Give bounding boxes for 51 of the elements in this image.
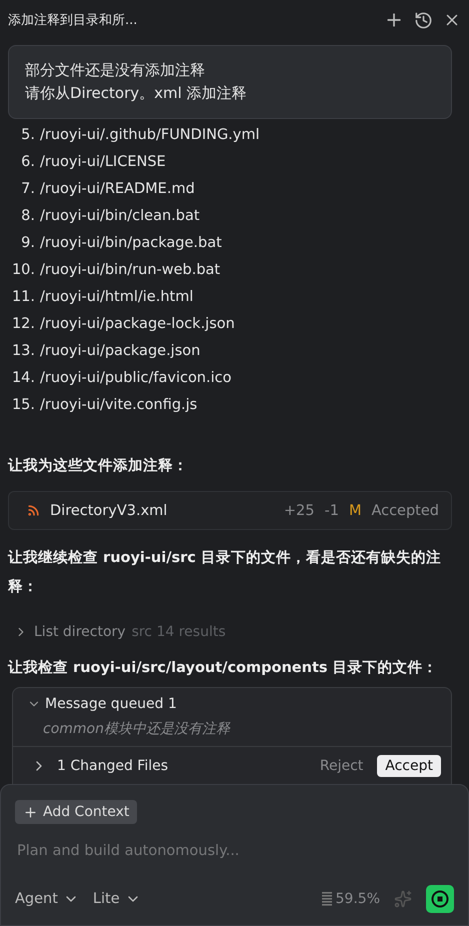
file-path: /ruoyi-ui/html/ie.html [40,288,194,304]
prompt-field[interactable]: Plan and build autonomously... [15,842,454,860]
changed-files-toggle[interactable]: 1 Changed Files [31,758,306,774]
message-text: 部分文件还是没有添加注释 [25,60,206,81]
list-number: 11. [10,288,36,304]
plus-icon [23,804,38,820]
list-number: 8. [20,208,36,224]
file-path: /ruoyi-ui/bin/run-web.bat [40,262,220,278]
file-path: /ruoyi-ui/package.json [40,342,200,358]
file-path: /ruoyi-ui/.github/FUNDING.yml [40,126,260,142]
list-number: 10. [10,262,36,278]
list-number: 15. [10,396,36,412]
assistant-text: 让我检查 ruoyi-ui/src/layout/components 目录下的文件： [6,658,439,678]
file-path: /ruoyi-ui/public/favicon.ico [40,370,232,386]
change-status: Accepted [371,502,439,518]
reject-button[interactable]: Reject [314,756,370,774]
list-directory-toggle[interactable]: List directory src 14 results [14,624,469,640]
file-path: /ruoyi-ui/LICENSE [40,154,166,170]
list-number: 14. [10,370,36,386]
context-usage: 59.5% [336,891,380,907]
history-icon[interactable] [414,10,433,30]
accept-button[interactable]: Accept [377,754,441,776]
list-number: 9. [20,234,36,250]
queue-toggle[interactable]: Message queued 1 [13,688,191,712]
file-name: DirectoryV3.xml [50,502,168,518]
list-number: 5. [20,126,36,142]
file-path: /ruoyi-ui/bin/package.bat [40,234,222,250]
file-path: /ruoyi-ui/README.md [40,180,195,196]
stop-icon [431,890,449,908]
feed-icon [27,504,40,517]
assistant-text: 让我继续检查 ruoyi-ui/src 目录下的文件，看是否还有缺失的注释： [6,548,442,597]
removed-lines: -1 [324,502,339,518]
assistant-text: 让我为这些文件添加注释： [6,456,189,476]
stop-button[interactable] [426,885,454,913]
list-number: 12. [10,316,36,332]
model-dropdown[interactable]: Lite [92,891,141,907]
file-path: /ruoyi-ui/package-lock.json [40,316,235,332]
list-number: 6. [20,154,36,170]
queued-message: common模块中还是没有注释 [42,720,232,739]
file-change-card[interactable]: DirectoryV3.xml +25 -1 M Accepted [8,491,452,530]
added-lines: +25 [284,502,314,518]
file-path: /ruoyi-ui/bin/clean.bat [40,208,200,224]
list-number: 7. [20,180,36,196]
modified-letter: M [348,502,362,518]
chat-title: 添加注释到目录和所... [8,12,138,29]
add-context-button[interactable]: Add Context [15,800,138,824]
context-meter-icon [322,891,332,907]
list-number: 13. [10,342,36,358]
file-path: /ruoyi-ui/vite.config.js [40,396,198,412]
mode-dropdown[interactable]: Agent [15,891,79,907]
message-text: 请你从Directory。xml 添加注释 [25,83,248,104]
